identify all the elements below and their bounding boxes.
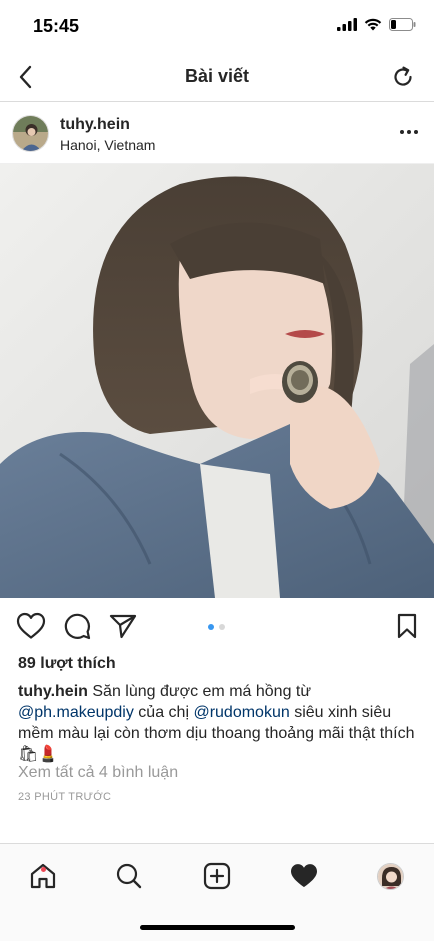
notification-dot xyxy=(41,867,46,872)
post-caption: tuhy.hein Săn lùng được em má hồng từ @p… xyxy=(18,681,418,765)
nav-bar: Bài viết xyxy=(0,52,434,102)
tab-activity[interactable] xyxy=(288,860,320,892)
search-icon xyxy=(116,863,142,889)
likes-count[interactable]: 89 lượt thích xyxy=(18,655,116,673)
carousel-dot-active xyxy=(208,624,214,630)
view-comments-link[interactable]: Xem tất cả 4 bình luận xyxy=(18,764,178,782)
refresh-icon xyxy=(394,66,412,86)
tab-profile[interactable] xyxy=(374,860,406,892)
refresh-button[interactable] xyxy=(390,64,416,90)
status-bar: 15:45 xyxy=(0,0,434,52)
battery-icon xyxy=(389,18,416,31)
comment-button[interactable] xyxy=(62,611,92,641)
wifi-icon xyxy=(364,18,382,31)
post-photo[interactable] xyxy=(0,164,434,598)
caption-text: Săn lùng được em má hồng từ xyxy=(87,683,312,700)
comment-icon xyxy=(64,613,91,640)
tab-new-post[interactable] xyxy=(201,860,233,892)
caption-mention[interactable]: @ph.makeupdiy xyxy=(18,704,134,721)
more-options-button[interactable] xyxy=(400,125,418,139)
avatar[interactable] xyxy=(12,115,49,152)
heart-filled-icon xyxy=(291,864,317,888)
add-icon xyxy=(203,862,231,890)
carousel-indicator xyxy=(208,624,225,630)
home-indicator[interactable] xyxy=(140,925,295,930)
more-icon-dot xyxy=(407,130,411,134)
send-icon xyxy=(109,614,137,639)
carousel-dot xyxy=(219,624,225,630)
more-icon-dot xyxy=(414,130,418,134)
status-icons xyxy=(337,18,416,31)
caption-username[interactable]: tuhy.hein xyxy=(18,683,88,700)
page-title: Bài viết xyxy=(184,66,250,86)
avatar-image xyxy=(13,116,48,151)
post-username[interactable]: tuhy.hein xyxy=(60,116,130,134)
like-button[interactable] xyxy=(16,611,46,641)
avatar-image xyxy=(377,863,403,889)
caption-mention[interactable]: @rudomokun xyxy=(193,704,289,721)
tab-search[interactable] xyxy=(113,860,145,892)
avatar xyxy=(376,862,404,890)
post-location[interactable]: Hanoi, Vietnam xyxy=(60,137,155,153)
heart-outline-icon xyxy=(16,612,46,639)
post-header: tuhy.hein Hanoi, Vietnam xyxy=(0,103,434,164)
post-image xyxy=(0,164,434,598)
post-timestamp: 23 PHÚT TRƯỚC xyxy=(18,791,112,803)
signal-icon xyxy=(337,18,357,31)
status-time: 15:45 xyxy=(33,16,80,36)
more-icon-dot xyxy=(400,130,404,134)
tab-home[interactable] xyxy=(27,860,59,892)
share-button[interactable] xyxy=(108,611,138,641)
caption-text: của chị xyxy=(133,704,194,721)
bookmark-icon xyxy=(397,613,417,639)
save-button[interactable] xyxy=(392,611,422,641)
